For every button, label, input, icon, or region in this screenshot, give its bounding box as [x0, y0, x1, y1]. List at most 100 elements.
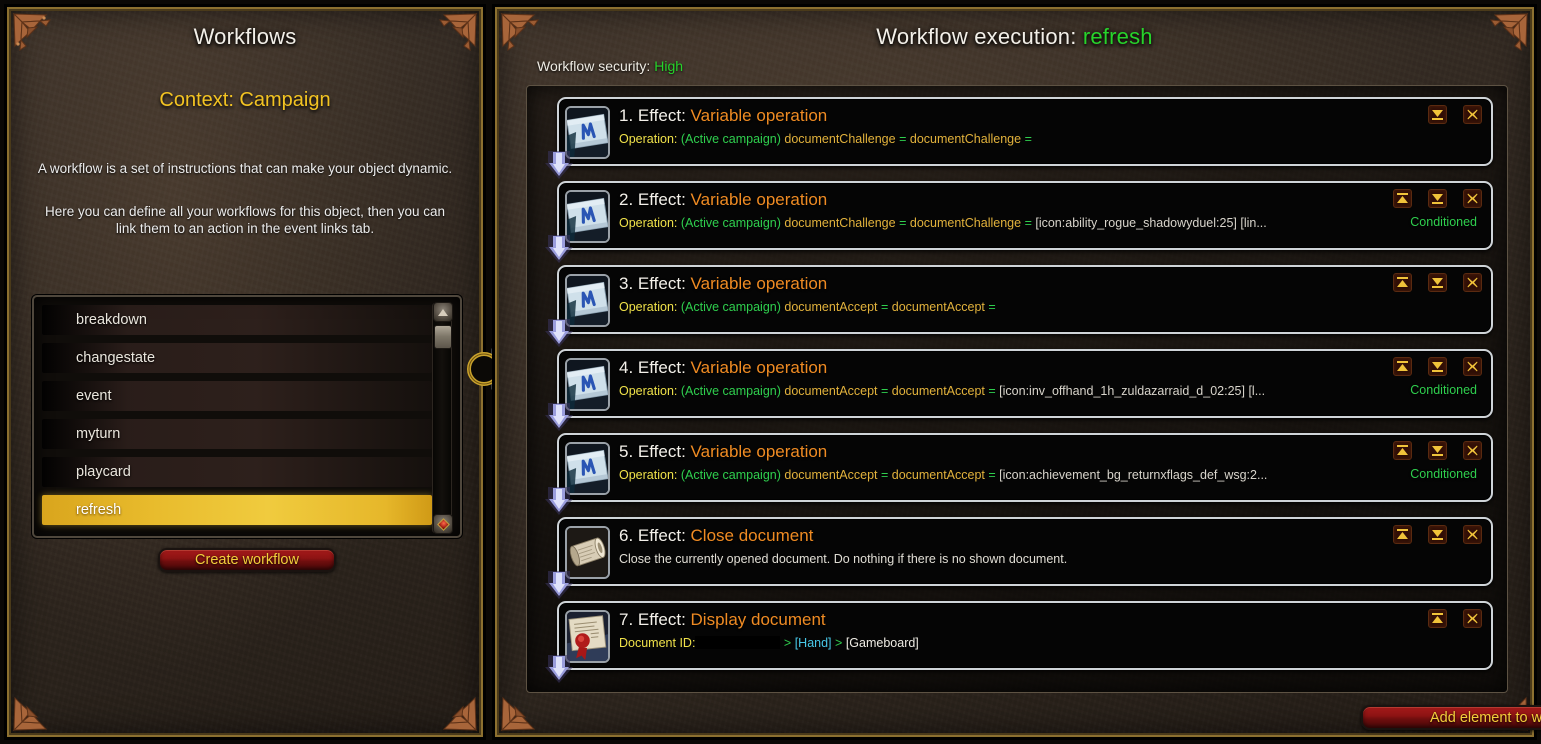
- effect-row[interactable]: 6. Effect: Close document Close the curre…: [557, 517, 1493, 586]
- effect-word: Effect:: [637, 610, 691, 629]
- move-effect-up-button[interactable]: [1393, 441, 1412, 460]
- effect-row[interactable]: 5. Effect: Variable operation Operation: …: [557, 433, 1493, 502]
- operation-equals-2: =: [988, 384, 996, 398]
- workflow-list-item[interactable]: breakdown: [42, 305, 432, 335]
- effects-list: 1. Effect: Variable operation Operation: …: [539, 97, 1493, 685]
- effect-controls: [1393, 273, 1482, 292]
- workflow-execution-title-prefix: Workflow execution:: [876, 24, 1077, 49]
- effect-controls: [1393, 441, 1482, 460]
- workflow-list-item[interactable]: event: [42, 381, 432, 411]
- add-element-to-workflow-button[interactable]: Add element to workflow: [1361, 705, 1541, 730]
- effect-row[interactable]: 1. Effect: Variable operation Operation: …: [557, 97, 1493, 166]
- document-path-node-hand: [Hand]: [794, 636, 832, 650]
- effect-index: 6.: [619, 526, 634, 545]
- workflow-list-item-label: event: [76, 388, 112, 404]
- effect-index: 3.: [619, 274, 634, 293]
- wow-workflow-editor-window: Workflows Context: Campaign A workflow i…: [0, 0, 1541, 744]
- effect-row[interactable]: 4. Effect: Variable operation Operation: …: [557, 349, 1493, 418]
- scroll-rune-icon: [565, 442, 610, 495]
- effect-entry: 4. Effect: Variable operation Operation: …: [539, 349, 1493, 433]
- operation-equals-2: =: [988, 300, 996, 314]
- effect-word: Effect:: [637, 442, 691, 461]
- delete-effect-button[interactable]: [1463, 609, 1482, 628]
- effect-row[interactable]: 7. Effect: Display document Document ID: …: [557, 601, 1493, 670]
- move-effect-up-button[interactable]: [1428, 609, 1447, 628]
- move-effect-up-button[interactable]: [1393, 273, 1412, 292]
- move-effect-down-button[interactable]: [1428, 105, 1447, 124]
- document-path-separator-1: >: [783, 636, 792, 650]
- workflow-execution-panel: Workflow execution: refresh Workflow sec…: [492, 4, 1541, 740]
- move-effect-down-button[interactable]: [1428, 273, 1447, 292]
- move-effect-up-button[interactable]: [1393, 525, 1412, 544]
- operation-equals-2: =: [988, 468, 996, 482]
- move-effect-up-button[interactable]: [1393, 189, 1412, 208]
- operation-value: [icon:achievement_bg_returnxflags_def_ws…: [999, 468, 1268, 482]
- effects-scroll-frame: 1. Effect: Variable operation Operation: …: [526, 85, 1508, 693]
- effect-row[interactable]: 3. Effect: Variable operation Operation: …: [557, 265, 1493, 334]
- effect-controls: [1428, 105, 1482, 124]
- workflow-description-line-2: Here you can define all your workflows f…: [45, 204, 445, 236]
- operation-equals-2: =: [1024, 216, 1032, 230]
- effect-description: Close the currently opened document. Do …: [619, 552, 1068, 566]
- scrollbar-thumb[interactable]: [434, 325, 452, 349]
- scroll-up-icon[interactable]: [433, 302, 453, 322]
- workflow-list-item-label: myturn: [76, 426, 121, 442]
- delete-effect-button[interactable]: [1463, 441, 1482, 460]
- move-effect-down-button[interactable]: [1428, 357, 1447, 376]
- effect-row[interactable]: 2. Effect: Variable operation Operation: …: [557, 181, 1493, 250]
- delete-effect-button[interactable]: [1463, 189, 1482, 208]
- workflow-list-item[interactable]: myturn: [42, 419, 432, 449]
- workflow-list-item[interactable]: changestate: [42, 343, 432, 373]
- operation-label: Operation:: [619, 384, 678, 398]
- document-path-separator-2: >: [835, 636, 843, 650]
- effect-index: 1.: [619, 106, 634, 125]
- effect-detail: Operation: (Active campaign) documentCha…: [619, 132, 1361, 147]
- workflow-list-scrollbar[interactable]: [432, 302, 453, 534]
- corner-ornament-bottom-left-icon: [10, 676, 68, 734]
- effect-word: Effect:: [637, 274, 691, 293]
- operation-variable-right: documentChallenge: [909, 216, 1022, 230]
- rolled-scroll-icon: [565, 526, 610, 579]
- workflow-list-item[interactable]: playcard: [42, 457, 432, 487]
- effect-entry: 5. Effect: Variable operation Operation: …: [539, 433, 1493, 517]
- effect-heading: 4. Effect: Variable operation: [619, 358, 827, 378]
- delete-effect-button[interactable]: [1463, 105, 1482, 124]
- operation-equals-1: =: [899, 216, 907, 230]
- workflow-execution-title-value: refresh: [1082, 24, 1153, 49]
- move-effect-down-button[interactable]: [1428, 441, 1447, 460]
- effect-heading: 6. Effect: Close document: [619, 526, 813, 546]
- delete-effect-button[interactable]: [1463, 273, 1482, 292]
- operation-label: Operation:: [619, 216, 678, 230]
- workflow-description-line-1: A workflow is a set of instructions that…: [37, 161, 453, 176]
- effect-controls: [1428, 609, 1482, 628]
- workflow-list-item[interactable]: refresh: [42, 495, 432, 525]
- operation-context: (Active campaign): [680, 384, 781, 398]
- effect-word: Effect:: [637, 358, 691, 377]
- move-effect-down-button[interactable]: [1428, 525, 1447, 544]
- effect-spacer: [539, 166, 1493, 181]
- operation-label: Operation:: [619, 132, 678, 146]
- operation-label: Operation:: [619, 300, 678, 314]
- operation-equals-2: =: [1024, 132, 1032, 146]
- operation-variable-right: documentAccept: [891, 468, 985, 482]
- effect-spacer: [539, 334, 1493, 349]
- effect-entry: 3. Effect: Variable operation Operation: …: [539, 265, 1493, 349]
- operation-equals-1: =: [880, 300, 889, 314]
- create-workflow-button[interactable]: Create workflow: [158, 548, 336, 572]
- delete-effect-button[interactable]: [1463, 357, 1482, 376]
- effect-heading: 2. Effect: Variable operation: [619, 190, 827, 210]
- effect-entry: 6. Effect: Close document Close the curre…: [539, 517, 1493, 601]
- conditioned-badge: Conditioned: [1410, 467, 1477, 481]
- workflow-execution-title: Workflow execution: refresh: [495, 24, 1534, 50]
- workflow-list-item-label: playcard: [76, 464, 131, 480]
- operation-variable-right: documentAccept: [891, 384, 985, 398]
- effect-spacer: [539, 250, 1493, 265]
- effect-index: 7.: [619, 610, 634, 629]
- move-effect-down-button[interactable]: [1428, 189, 1447, 208]
- move-effect-up-button[interactable]: [1393, 357, 1412, 376]
- effect-detail: Operation: (Active campaign) documentAcc…: [619, 384, 1361, 399]
- operation-equals-1: =: [899, 132, 907, 146]
- delete-effect-button[interactable]: [1463, 525, 1482, 544]
- scroll-down-icon[interactable]: [433, 514, 453, 534]
- operation-variable-left: documentChallenge: [784, 216, 896, 230]
